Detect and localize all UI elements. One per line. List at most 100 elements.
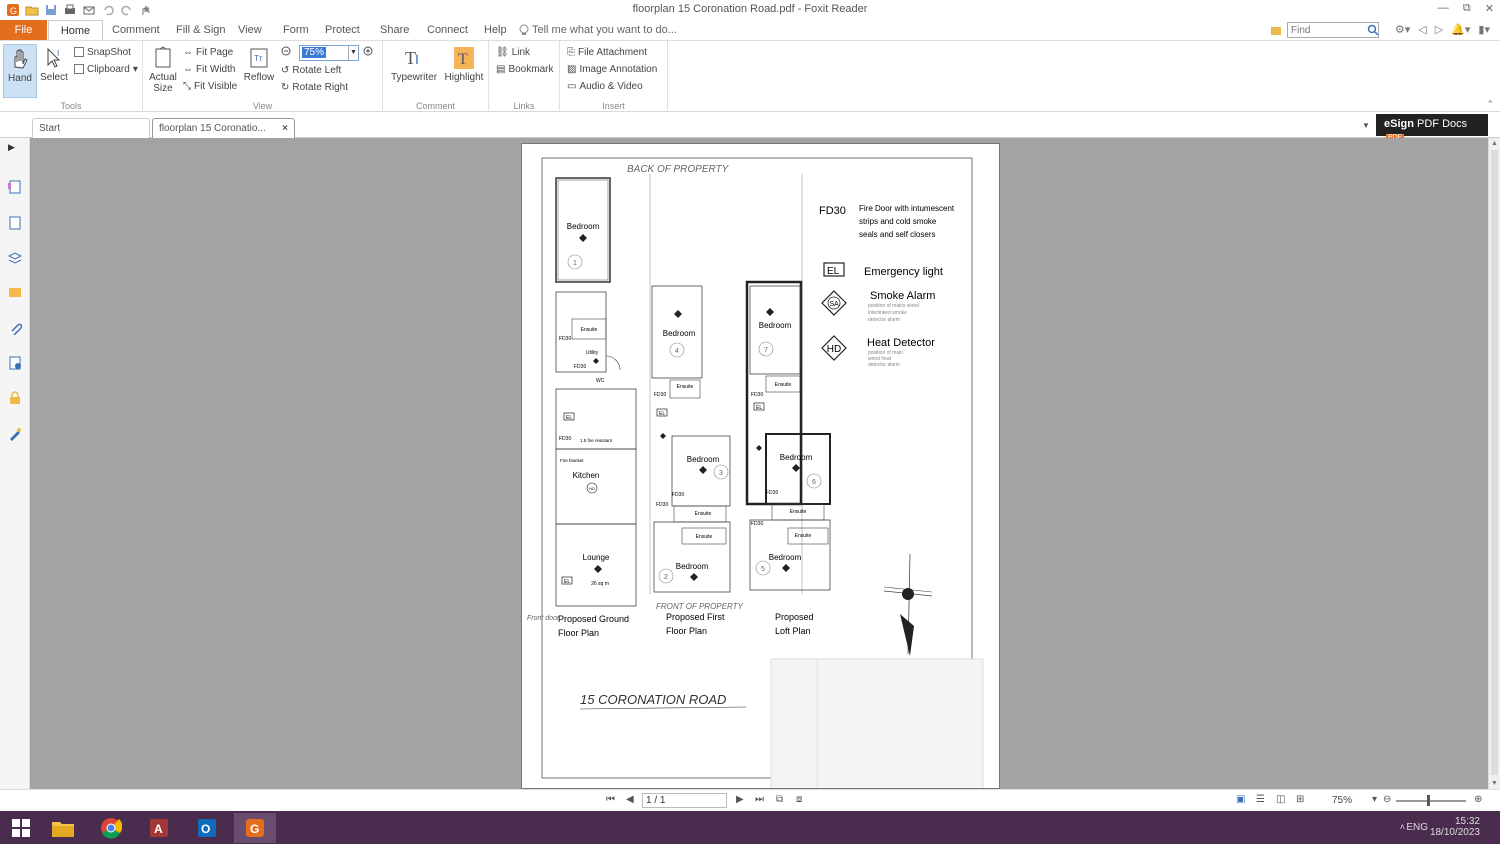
close-button[interactable]: ✕ <box>1485 2 1494 15</box>
tell-me-search[interactable]: Tell me what you want to do... <box>532 24 677 36</box>
tray-overflow-icon[interactable]: ˄ <box>1400 822 1405 832</box>
hand-tool-button[interactable]: Hand <box>3 44 37 98</box>
page-thumbnails-icon[interactable] <box>8 180 22 194</box>
reflow-button[interactable]: Tт Reflow <box>242 44 276 98</box>
first-page-icon[interactable]: ⏮ <box>606 794 615 805</box>
svg-text:Bedroom: Bedroom <box>769 553 802 562</box>
content-tools-icon[interactable] <box>8 427 22 441</box>
pages-icon[interactable] <box>8 216 22 230</box>
access-taskbar[interactable]: A <box>138 813 180 843</box>
highlight-button[interactable]: T Highlight <box>443 44 485 98</box>
tab-file[interactable]: File <box>0 20 47 40</box>
floorplan-drawing: BACK OF PROPERTY Bedroom 1 Ensuite Utili… <box>527 157 984 788</box>
extract-page-icon[interactable]: ⧉ <box>776 794 783 805</box>
tab-view[interactable]: View <box>238 24 262 36</box>
status-zoom-value[interactable]: 75% <box>1332 795 1352 806</box>
zoom-dropdown-icon[interactable]: ▾ <box>1372 794 1377 805</box>
language-indicator[interactable]: ENG <box>1406 822 1428 833</box>
attachments-icon[interactable] <box>8 321 23 336</box>
expand-sidebar-icon[interactable]: ▶ <box>8 142 22 156</box>
next-arrow-icon[interactable]: ▷ <box>1435 23 1443 36</box>
svg-text:Floor Plan: Floor Plan <box>558 628 599 638</box>
tab-connect[interactable]: Connect <box>427 24 468 36</box>
snapshot-button[interactable]: SnapShot <box>74 44 131 60</box>
fit-visible-button[interactable]: ⤡ Fit Visible <box>183 78 237 94</box>
chrome-taskbar[interactable] <box>90 813 132 843</box>
fit-width-button[interactable]: ⇔ Fit Width <box>183 61 235 77</box>
zoom-dropdown-arrow[interactable]: ▼ <box>348 46 358 60</box>
svg-text:FRONT OF PROPERTY: FRONT OF PROPERTY <box>656 602 743 611</box>
outlook-taskbar[interactable]: O <box>186 813 228 843</box>
start-button[interactable] <box>0 813 42 843</box>
tab-fill-sign[interactable]: Fill & Sign <box>176 24 226 36</box>
tab-comment[interactable]: Comment <box>112 24 160 36</box>
windows-taskbar: A O G ˄ ENG 15:32 18/10/2023 <box>0 811 1500 844</box>
user-icon[interactable]: ▮▾ <box>1478 23 1490 36</box>
tab-share[interactable]: Share <box>380 24 409 36</box>
svg-text:Ensuite: Ensuite <box>677 384 694 390</box>
tab-help[interactable]: Help <box>484 24 507 36</box>
settings-gear-icon[interactable]: ⚙▾ <box>1395 23 1410 36</box>
next-page-icon[interactable]: ▶ <box>736 794 744 805</box>
document-workspace[interactable]: BACK OF PROPERTY Bedroom 1 Ensuite Utili… <box>30 138 1488 789</box>
status-zoom-in-icon[interactable]: ⊕ <box>1474 794 1482 805</box>
find-input[interactable] <box>1287 22 1379 38</box>
find-folder-icon[interactable] <box>1270 24 1282 39</box>
outlook-icon: O <box>198 819 216 837</box>
scrollbar-thumb[interactable] <box>1491 150 1498 775</box>
continuous-view-icon[interactable]: ☰ <box>1256 794 1265 805</box>
fit-page-button[interactable]: ⇔ Fit Page <box>183 44 233 60</box>
status-zoom-out-icon[interactable]: ⊖ <box>1383 794 1391 805</box>
search-icon[interactable] <box>1367 24 1379 39</box>
last-page-icon[interactable]: ⏭ <box>755 794 764 805</box>
notification-icon[interactable]: 🔔▾ <box>1451 23 1470 36</box>
actual-size-button[interactable]: Actual Size <box>145 44 181 98</box>
image-annotation-button[interactable]: ▨ Image Annotation <box>567 61 657 77</box>
security-lock-icon[interactable] <box>8 391 22 405</box>
rotate-right-button[interactable]: ↻ Rotate Right <box>281 79 348 95</box>
zoom-in-icon[interactable] <box>363 46 375 61</box>
tab-protect[interactable]: Protect <box>325 24 360 36</box>
minimize-button[interactable]: — <box>1438 2 1449 15</box>
zoom-slider[interactable] <box>1396 800 1466 802</box>
audio-video-button[interactable]: ▭ Audio & Video <box>567 78 643 94</box>
layers-icon[interactable] <box>7 251 23 265</box>
zoom-out-icon[interactable] <box>281 46 293 61</box>
scroll-down-arrow[interactable]: ▼ <box>1491 780 1498 787</box>
tab-start[interactable]: Start <box>32 118 150 138</box>
file-explorer-taskbar[interactable] <box>42 813 84 843</box>
tabs-dropdown-icon[interactable]: ▼ <box>1362 121 1370 130</box>
continuous-facing-view-icon[interactable]: ⊞ <box>1296 794 1304 805</box>
prev-arrow-icon[interactable]: ◁ <box>1418 23 1426 36</box>
file-attachment-button[interactable]: ⎘ File Attachment <box>567 44 647 60</box>
typewriter-button[interactable]: TI Typewriter <box>389 44 439 98</box>
previous-page-icon[interactable]: ◀ <box>626 794 634 805</box>
single-page-view-icon[interactable]: ▣ <box>1236 794 1245 805</box>
comments-icon[interactable] <box>8 286 22 300</box>
select-tool-button[interactable]: I Select <box>37 44 71 98</box>
foxit-reader-taskbar[interactable]: G <box>234 813 276 843</box>
esign-banner[interactable]: eSign PDF Docs PDF <box>1376 114 1488 141</box>
close-tab-icon[interactable]: × <box>282 123 288 134</box>
bookmark-button[interactable]: ▤ Bookmark <box>496 61 553 77</box>
rotate-left-button[interactable]: ↺ Rotate Left <box>281 62 341 78</box>
facing-view-icon[interactable]: ◫ <box>1276 794 1285 805</box>
tab-home[interactable]: Home <box>48 20 103 40</box>
maximize-button[interactable]: ⧉ <box>1463 2 1471 15</box>
tab-floorplan-document[interactable]: floorplan 15 Coronatio... × <box>152 118 295 138</box>
tab-form[interactable]: Form <box>283 24 309 36</box>
signatures-icon[interactable] <box>8 356 22 370</box>
scroll-up-arrow[interactable]: ▲ <box>1491 140 1498 147</box>
link-button[interactable]: ⛓ Link <box>496 44 530 60</box>
clipboard-button[interactable]: Clipboard ▾ <box>74 61 138 77</box>
page-number-input[interactable]: 1 / 1 <box>642 793 727 808</box>
vertical-scrollbar[interactable]: ▲ ▼ <box>1488 138 1500 789</box>
system-clock[interactable]: 15:32 18/10/2023 <box>1430 816 1480 838</box>
collapse-ribbon-icon[interactable]: ⌃ <box>1486 99 1494 110</box>
svg-text:O: O <box>201 822 210 836</box>
svg-text:detector alarm: detector alarm <box>868 362 900 368</box>
zoom-select[interactable]: 75% ▼ <box>299 45 359 61</box>
zoom-slider-thumb[interactable] <box>1427 795 1430 806</box>
previous-view-icon[interactable]: ⧈ <box>796 794 802 805</box>
pdf-page[interactable]: BACK OF PROPERTY Bedroom 1 Ensuite Utili… <box>521 143 1000 789</box>
